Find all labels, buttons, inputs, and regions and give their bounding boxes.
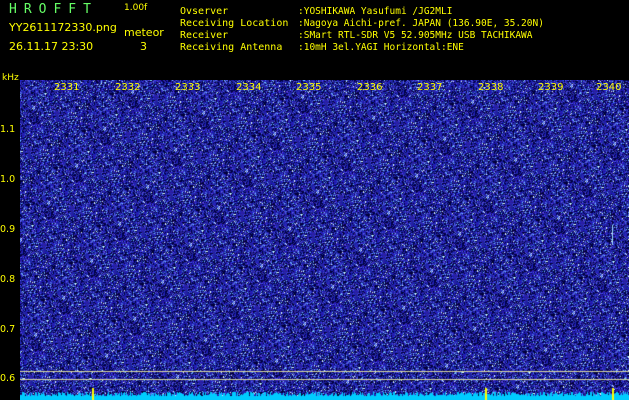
- x-tick-label: 2332: [115, 82, 141, 93]
- x-tick-label: 2331: [54, 82, 80, 93]
- datetime-label: 26.11.17 23:30: [9, 40, 94, 53]
- info-value-observer: :YOSHIKAWA Yasufumi /JG2MLI: [298, 6, 453, 17]
- x-tick-label: 2335: [296, 82, 322, 93]
- meteor-label: meteor: [124, 26, 164, 39]
- y-tick-label: 0.8: [0, 274, 16, 285]
- info-key-antenna: Receiving Antenna: [180, 42, 283, 53]
- info-key-observer: Ovserver: [180, 6, 229, 17]
- x-tick-label: 2339: [538, 82, 564, 93]
- info-value-receiver: :SMart RTL-SDR V5 52.905MHz USB TACHIKAW…: [298, 30, 533, 41]
- y-tick-label: 1.1: [0, 124, 16, 135]
- info-key-receiver: Receiver: [180, 30, 229, 41]
- y-tick-label: 0.7: [0, 324, 16, 335]
- x-tick-label: 2336: [357, 82, 383, 93]
- y-tick-label: 1.0: [0, 174, 16, 185]
- x-tick-label: 2338: [478, 82, 504, 93]
- filename-label: YY2611172330.png: [9, 21, 117, 34]
- meteor-count: 3: [140, 40, 147, 53]
- info-key-location: Receiving Location: [180, 18, 289, 29]
- app-title: HROFFT: [9, 2, 98, 17]
- y-tick-label: 0.9: [0, 224, 16, 235]
- info-value-antenna: :10mH 3el.YAGI Horizontal:ENE: [298, 42, 464, 53]
- x-tick-label: 2337: [417, 82, 443, 93]
- y-tick-label: 0.6: [0, 373, 16, 384]
- version-label: 1.00f: [124, 3, 148, 13]
- x-tick-label: 2333: [175, 82, 201, 93]
- spectrogram-canvas: [20, 80, 629, 400]
- x-tick-label: 2334: [236, 82, 262, 93]
- info-value-location: :Nagoya Aichi-pref. JAPAN (136.90E, 35.2…: [298, 18, 544, 29]
- x-tick-label: 2340: [596, 82, 622, 93]
- y-axis-unit: kHz: [2, 73, 19, 83]
